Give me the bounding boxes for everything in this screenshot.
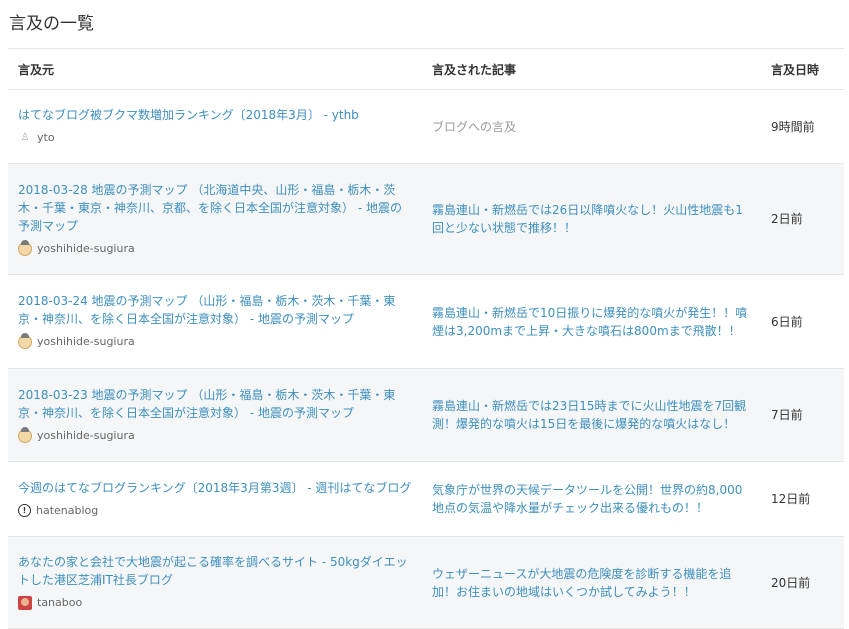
mention-time: 6日前: [771, 314, 803, 329]
source-cell: 今週のはてなブログランキング〔2018年3月第3週〕 - 週刊はてなブログ ! …: [8, 461, 422, 537]
mention-time: 7日前: [771, 408, 803, 422]
mention-time: 20日前: [771, 575, 811, 590]
table-row: 2018-03-24 地震の予測マップ （山形・福島・栃木・茨木・千葉・東京・神…: [8, 274, 844, 369]
mention-time: 12日前: [771, 492, 811, 506]
article-cell: 霧島連山・新燃岳では26日以降噴火なし！火山性地震も1回と少ない状態で推移！！: [422, 163, 761, 275]
user-icon: ♙: [20, 132, 30, 143]
mentions-table: 言及元 言及された記事 言及日時 はてなブログ被ブクマ数増加ランキング〔2018…: [8, 48, 844, 629]
user-name[interactable]: yto: [37, 129, 55, 147]
article-link[interactable]: ウェザーニュースが大地震の危険度を診断する機能を追加！お住まいの地域はいくつか試…: [432, 567, 731, 599]
source-link[interactable]: 2018-03-28 地震の予測マップ （北海道中央、山形・福島・栃木・茨木・千…: [18, 183, 402, 233]
user-name[interactable]: tanaboo: [37, 594, 82, 612]
mention-time: 9時間前: [771, 119, 815, 134]
time-cell: 12日前: [761, 461, 844, 537]
article-cell: ブログへの言及: [422, 89, 761, 164]
hatena-icon: !: [18, 504, 31, 517]
table-row: 2018-03-23 地震の予測マップ （山形・福島・栃木・茨木・千葉・東京・神…: [8, 368, 844, 462]
source-link[interactable]: 2018-03-24 地震の予測マップ （山形・福島・栃木・茨木・千葉・東京・神…: [18, 294, 395, 326]
user-name[interactable]: yoshihide-sugiura: [37, 240, 135, 258]
article-link[interactable]: 霧島連山・新燃岳では26日以降噴火なし！火山性地震も1回と少ない状態で推移！！: [432, 203, 743, 235]
source-user: yoshihide-sugiura: [18, 426, 412, 445]
header-article: 言及された記事: [422, 48, 761, 90]
table-row: あなたの家と会社で大地震が起こる確率を調べるサイト - 50kgダイエットした港…: [8, 536, 844, 629]
time-cell: 6日前: [761, 274, 844, 369]
avatar-icon: [18, 426, 32, 443]
table-row: 2018-03-28 地震の予測マップ （北海道中央、山形・福島・栃木・茨木・千…: [8, 163, 844, 275]
source-link[interactable]: 今週のはてなブログランキング〔2018年3月第3週〕 - 週刊はてなブログ: [18, 481, 411, 495]
article-cell: 気象庁が世界の天候データツールを公開！世界の約8,000地点の気温や降水量がチェ…: [422, 461, 761, 537]
time-cell: 20日前: [761, 536, 844, 629]
source-link[interactable]: あなたの家と会社で大地震が起こる確率を調べるサイト - 50kgダイエットした港…: [18, 555, 408, 587]
user-name[interactable]: yoshihide-sugiura: [37, 427, 135, 445]
time-cell: 9時間前: [761, 89, 844, 164]
page-title: 言及の一覧: [9, 14, 94, 34]
time-cell: 7日前: [761, 368, 844, 462]
source-cell: 2018-03-23 地震の予測マップ （山形・福島・栃木・茨木・千葉・東京・神…: [8, 368, 422, 462]
header-source: 言及元: [8, 48, 422, 90]
person-icon: [18, 596, 32, 610]
table-header-row: 言及元 言及された記事 言及日時: [8, 48, 844, 90]
article-link[interactable]: 気象庁が世界の天候データツールを公開！世界の約8,000地点の気温や降水量がチェ…: [432, 483, 742, 515]
source-user: ! hatenablog: [18, 502, 412, 520]
article-link[interactable]: 霧島連山・新燃岳で10日振りに爆発的な噴火が発生！！噴煙は3,200mまで上昇・…: [432, 306, 747, 338]
time-cell: 2日前: [761, 163, 844, 275]
article-cell: 霧島連山・新燃岳では23日15時までに火山性地震を7回観測！爆発的な噴火は15日…: [422, 368, 761, 462]
source-cell: 2018-03-24 地震の予測マップ （山形・福島・栃木・茨木・千葉・東京・神…: [8, 274, 422, 369]
source-user: yoshihide-sugiura: [18, 239, 412, 258]
table-row: はてなブログ被ブクマ数増加ランキング〔2018年3月〕 - ythb ♙ yto…: [8, 89, 844, 164]
article-cell: 霧島連山・新燃岳で10日振りに爆発的な噴火が発生！！噴煙は3,200mまで上昇・…: [422, 274, 761, 369]
source-cell: あなたの家と会社で大地震が起こる確率を調べるサイト - 50kgダイエットした港…: [8, 536, 422, 629]
article-link[interactable]: 霧島連山・新燃岳では23日15時までに火山性地震を7回観測！爆発的な噴火は15日…: [432, 399, 746, 431]
source-cell: 2018-03-28 地震の予測マップ （北海道中央、山形・福島・栃木・茨木・千…: [8, 163, 422, 275]
source-user: tanaboo: [18, 594, 412, 612]
user-name[interactable]: hatenablog: [36, 502, 98, 520]
header-datetime: 言及日時: [761, 48, 844, 90]
source-user: yoshihide-sugiura: [18, 333, 412, 351]
article-cell: ウェザーニュースが大地震の危険度を診断する機能を追加！お住まいの地域はいくつか試…: [422, 536, 761, 629]
source-link[interactable]: はてなブログ被ブクマ数増加ランキング〔2018年3月〕 - ythb: [18, 108, 359, 122]
source-cell: はてなブログ被ブクマ数増加ランキング〔2018年3月〕 - ythb ♙ yto: [8, 89, 422, 164]
mention-time: 2日前: [771, 212, 803, 226]
avatar-icon: [18, 239, 32, 256]
source-user: ♙ yto: [18, 129, 412, 147]
source-link[interactable]: 2018-03-23 地震の予測マップ （山形・福島・栃木・茨木・千葉・東京・神…: [18, 388, 395, 420]
user-name[interactable]: yoshihide-sugiura: [37, 333, 135, 351]
avatar-icon: [18, 333, 32, 349]
table-row: 今週のはてなブログランキング〔2018年3月第3週〕 - 週刊はてなブログ ! …: [8, 461, 844, 537]
article-text: ブログへの言及: [432, 119, 517, 134]
